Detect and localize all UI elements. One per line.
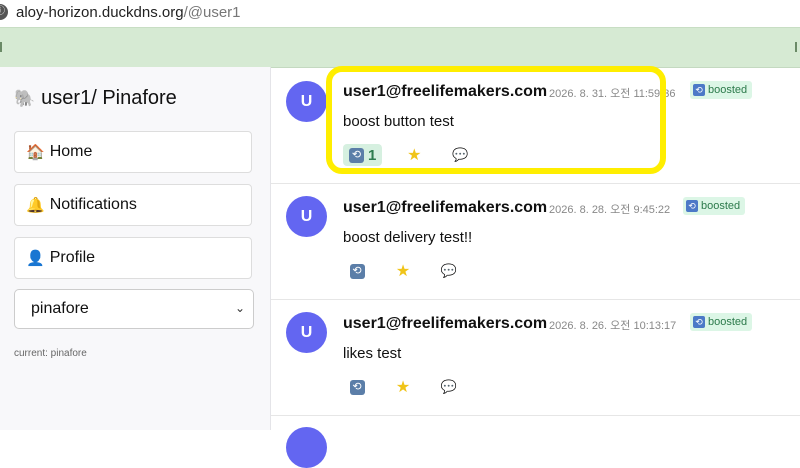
speech-bubble-icon: 💬 [440,379,458,394]
green-banner [0,27,800,68]
avatar[interactable]: U [286,312,327,353]
post-item [271,415,800,468]
reply-button[interactable]: 💬 [435,260,463,282]
star-icon: ★ [407,147,422,164]
post-item: U user1@freelifemakers.com 2026. 8. 31. … [271,67,800,184]
chevron-down-icon: ⌄ [234,301,245,315]
url-text[interactable]: aloy-horizon.duckdns.org/@user1 [16,4,241,21]
status-badge: ⟲ boosted [683,197,746,215]
post-author[interactable]: user1@freelifemakers.com [343,315,547,333]
status-badge-label: boosted [708,316,748,328]
avatar[interactable]: U [286,81,327,122]
reply-button[interactable]: 💬 [435,376,463,398]
post-timestamp[interactable]: 2026. 8. 31. 오전 11:59:36 [549,85,675,101]
sidebar: 🐘 user1/ Pinafore 🏠 Home 🔔 Notifications… [0,67,271,430]
favourite-button[interactable]: ★ [389,376,417,398]
post-author[interactable]: user1@freelifemakers.com [343,199,547,217]
boost-button[interactable]: ⟲ [343,376,371,398]
boost-icon: ⟲ [686,200,698,212]
star-icon: ★ [395,379,411,396]
site-info-icon[interactable]: ⓘ [0,4,8,20]
elephant-icon: 🐘 [14,88,36,108]
post-author[interactable]: user1@freelifemakers.com [343,83,547,101]
post-timestamp[interactable]: 2026. 8. 28. 오전 9:45:22 [549,201,670,217]
post-actions: ⟲ ★ 💬 [343,376,481,398]
app-title-text: user1/ Pinafore [41,87,177,109]
nav-home-button[interactable]: 🏠 Home [14,131,252,173]
post-content: boost delivery test!! [343,229,473,246]
speech-bubble-icon: 💬 [452,147,469,162]
current-instance-text: current: pinafore [14,348,87,359]
boost-icon: ⟲ [349,263,365,279]
bell-icon: 🔔 [26,197,45,214]
app-title: 🐘 user1/ Pinafore [14,87,177,110]
status-badge-label: boosted [701,200,741,212]
post-item: U user1@freelifemakers.com 2026. 8. 26. … [271,299,800,416]
boost-button[interactable]: ⟲ [343,260,371,282]
post-content: boost button test [343,113,454,130]
avatar[interactable]: U [286,196,327,237]
avatar[interactable] [286,427,327,468]
boost-button[interactable]: ⟲ 1 [343,144,383,166]
right-edge-marker [795,42,797,52]
star-icon: ★ [395,263,411,280]
instance-select-value: pinafore [31,300,89,317]
speech-bubble-icon: 💬 [440,263,458,278]
nav-notifications-label: Notifications [49,196,137,213]
status-badge: ⟲ boosted [690,81,753,99]
status-badge: ⟲ boosted [690,313,753,331]
address-bar[interactable]: ⓘ aloy-horizon.duckdns.org/@user1 [0,0,800,27]
status-badge-label: boosted [708,84,748,96]
post-actions: ⟲ 1 ★ 💬 [343,144,492,166]
boost-icon: ⟲ [349,147,364,163]
post-content: likes test [343,345,402,362]
post-actions: ⟲ ★ 💬 [343,260,481,282]
nav-profile-button[interactable]: 👤 Profile [14,237,252,279]
house-icon: 🏠 [26,144,45,161]
nav-home-label: Home [49,143,93,160]
favourite-button[interactable]: ★ [400,144,428,166]
left-edge-marker [0,42,2,52]
boost-icon: ⟲ [693,84,705,96]
boost-icon: ⟲ [349,379,365,395]
reply-button[interactable]: 💬 [446,144,474,166]
nav-notifications-button[interactable]: 🔔 Notifications [14,184,252,226]
instance-select[interactable]: pinafore ⌄ [14,289,254,329]
boost-icon: ⟲ [693,316,705,328]
boost-count: 1 [368,146,377,164]
person-icon: 👤 [26,250,45,267]
nav-profile-label: Profile [49,249,96,266]
favourite-button[interactable]: ★ [389,260,417,282]
timeline: U user1@freelifemakers.com 2026. 8. 31. … [271,67,800,468]
post-timestamp[interactable]: 2026. 8. 26. 오전 10:13:17 [549,317,676,333]
post-item: U user1@freelifemakers.com 2026. 8. 28. … [271,183,800,300]
